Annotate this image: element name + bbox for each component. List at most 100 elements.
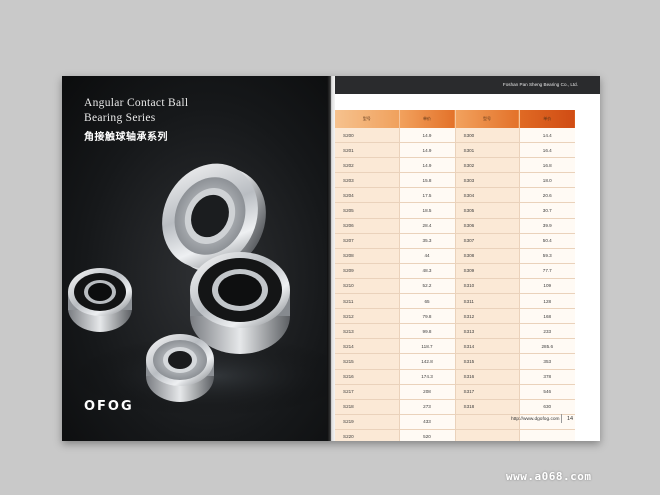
- model-cell: S307: [455, 233, 520, 249]
- model-cell: [455, 414, 520, 430]
- model-cell: S316: [455, 369, 520, 385]
- price-cell: 433: [399, 414, 456, 430]
- model-cell: S209: [335, 263, 400, 279]
- table-row: S211 65 S311 128: [335, 293, 575, 310]
- bearing-small-silver-shield: [146, 334, 214, 402]
- model-cell: S302: [455, 157, 520, 174]
- model-cell: S201: [335, 142, 400, 159]
- table-header-row: 型号 单价 型号 单价: [335, 110, 575, 128]
- model-cell: S313: [455, 323, 520, 340]
- price-cell: 35.3: [399, 233, 456, 249]
- table-row: S212 79.8 S312 168: [335, 308, 575, 325]
- price-cell: 65: [399, 293, 456, 310]
- table-row: S206 28.4 S306 39.9: [335, 218, 575, 234]
- table-row: S203 15.8 S303 18.0: [335, 172, 575, 189]
- model-cell: S207: [335, 233, 400, 249]
- price-cell: 20.6: [519, 187, 575, 204]
- bearing-small-black-seal: [68, 268, 132, 332]
- model-cell: S300: [455, 128, 520, 144]
- price-table-wrap: 型号 单价 型号 单价 S200 14.9 S300 14.4 S201 14.9 S301…: [335, 110, 575, 441]
- price-cell: 353: [519, 353, 575, 370]
- model-cell: S315: [455, 353, 520, 370]
- model-cell: [455, 429, 520, 441]
- model-cell: S303: [455, 172, 520, 189]
- price-cell: 16.4: [519, 142, 575, 159]
- watermark: www.a068.com: [506, 470, 592, 483]
- model-cell: S311: [455, 293, 520, 310]
- header-band: Foshan Pan Sheng Bearing Co., Ltd.: [335, 76, 600, 94]
- price-cell: 142.8: [399, 353, 456, 370]
- model-cell: S301: [455, 142, 520, 159]
- price-cell: 630: [519, 399, 575, 415]
- model-cell: S306: [455, 218, 520, 234]
- model-cell: S218: [335, 399, 400, 415]
- table-row: S201 14.9 S301 16.4: [335, 142, 575, 159]
- price-cell: 168: [519, 308, 575, 325]
- company-name: Foshan Pan Sheng Bearing Co., Ltd.: [502, 82, 578, 87]
- left-page: Angular Contact Ball Bearing Series 角接触球…: [62, 76, 327, 441]
- price-cell: 28.4: [399, 218, 456, 234]
- model-cell: S210: [335, 278, 400, 295]
- model-cell: S214: [335, 338, 400, 355]
- price-cell: [519, 429, 575, 441]
- price-cell: 77.7: [519, 263, 575, 279]
- price-cell: 99.8: [399, 323, 456, 340]
- table-row: S214 118.7 S314 285.6: [335, 338, 575, 355]
- bearing-large-black-seal: [190, 252, 290, 354]
- price-cell: 50.4: [519, 233, 575, 249]
- price-cell: 48.3: [399, 263, 456, 279]
- table-row: S205 18.5 S305 30.7: [335, 202, 575, 219]
- model-cell: S204: [335, 187, 400, 204]
- model-cell: S317: [455, 384, 520, 400]
- price-table: 型号 单价 型号 单价 S200 14.9 S300 14.4 S201 14.9 S301…: [335, 110, 575, 441]
- page-spine: [327, 76, 335, 441]
- footer-website[interactable]: http://www.dgofog.com: [511, 417, 560, 422]
- model-cell: S200: [335, 128, 400, 144]
- table-row: S204 17.5 S304 20.6: [335, 187, 575, 204]
- model-cell: S213: [335, 323, 400, 340]
- model-cell: S314: [455, 338, 520, 355]
- model-cell: S205: [335, 202, 400, 219]
- price-cell: 208: [399, 384, 456, 400]
- table-row: S202 14.9 S302 16.8: [335, 157, 575, 174]
- table-body: S200 14.9 S300 14.4 S201 14.9 S301 16.4 S202 14.9…: [335, 128, 575, 441]
- price-cell: 14.9: [399, 142, 456, 159]
- price-cell: 128: [519, 293, 575, 310]
- price-cell: 273: [399, 399, 456, 415]
- price-cell: 17.5: [399, 187, 456, 204]
- model-cell: S305: [455, 202, 520, 219]
- price-cell: 233: [519, 323, 575, 340]
- model-cell: S203: [335, 172, 400, 189]
- table-row: S207 35.3 S307 50.4: [335, 233, 575, 249]
- model-cell: S312: [455, 308, 520, 325]
- model-cell: S219: [335, 414, 400, 430]
- table-row: S215 142.8 S315 353: [335, 353, 575, 370]
- price-cell: 285.6: [519, 338, 575, 355]
- price-cell: 118.7: [399, 338, 456, 355]
- price-cell: 59.3: [519, 248, 575, 264]
- price-cell: 546: [519, 384, 575, 400]
- price-cell: 15.8: [399, 172, 456, 189]
- model-cell: S212: [335, 308, 400, 325]
- price-cell: 44: [399, 248, 456, 264]
- price-cell: 378: [519, 369, 575, 385]
- model-cell: S208: [335, 248, 400, 264]
- table-row: S216 174.3 S316 378: [335, 369, 575, 385]
- price-cell: 79.8: [399, 308, 456, 325]
- table-row: S213 99.8 S313 233: [335, 323, 575, 340]
- series-title-en: Angular Contact Ball Bearing Series: [84, 97, 189, 124]
- header-model-2: 型号: [455, 110, 520, 128]
- table-row: S217 208 S317 546: [335, 384, 575, 400]
- page-number: 14: [567, 416, 574, 422]
- price-cell: 52.2: [399, 278, 456, 295]
- model-cell: S304: [455, 187, 520, 204]
- header-price-2: 单价: [519, 110, 575, 128]
- table-row: S200 14.9 S300 14.4: [335, 128, 575, 144]
- price-cell: 14.4: [519, 128, 575, 144]
- model-cell: S318: [455, 399, 520, 415]
- price-cell: 174.3: [399, 369, 456, 385]
- right-page: Foshan Pan Sheng Bearing Co., Ltd. 型号 单价…: [335, 76, 600, 441]
- price-cell: 14.9: [399, 157, 456, 174]
- model-cell: S215: [335, 353, 400, 370]
- table-row: S210 52.2 S310 109: [335, 278, 575, 295]
